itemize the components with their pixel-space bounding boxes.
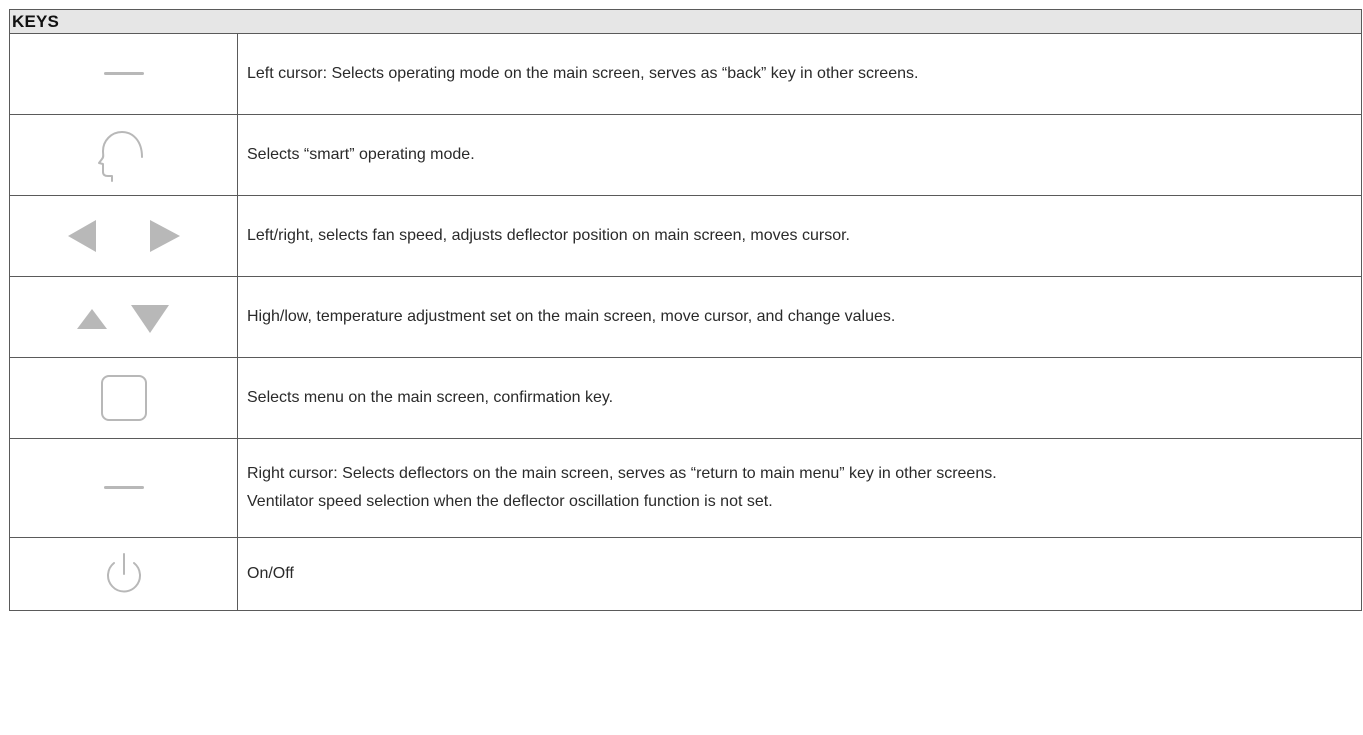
table-header: KEYS (9, 9, 1362, 34)
down-arrow-icon (130, 305, 169, 333)
table-row: High/low, temperature adjustment set on … (9, 276, 1362, 358)
table-row: Left cursor: Selects operating mode on t… (9, 33, 1362, 115)
description-text: Left/right, selects fan speed, adjusts d… (247, 227, 850, 244)
table-row: Right cursor: Selects deflectors on the … (9, 438, 1362, 538)
smart-head-icon (97, 131, 143, 182)
keys-table: KEYS Left cursor: Selects operating mode… (9, 9, 1362, 611)
up-arrow-icon (76, 309, 107, 329)
power-icon (106, 553, 141, 593)
description-cell: Left cursor: Selects operating mode on t… (237, 33, 1362, 115)
description-cell: Right cursor: Selects deflectors on the … (237, 438, 1362, 538)
description-cell: Left/right, selects fan speed, adjusts d… (237, 195, 1362, 277)
description-cell: On/Off (237, 537, 1362, 611)
description-text: Right cursor: Selects deflectors on the … (247, 465, 997, 482)
description-text: On/Off (247, 565, 294, 582)
description-text: Ventilator speed selection when the defl… (247, 493, 773, 510)
table-row: On/Off (9, 537, 1362, 611)
menu-square-icon (100, 375, 147, 421)
description-cell: Selects “smart” operating mode. (237, 114, 1362, 196)
description-text: High/low, temperature adjustment set on … (247, 308, 896, 325)
table-row: Selects menu on the main screen, confirm… (9, 357, 1362, 439)
description-cell: High/low, temperature adjustment set on … (237, 276, 1362, 358)
left-cursor-dash-icon (103, 71, 144, 75)
right-cursor-dash-icon (103, 485, 144, 489)
icon-cell (9, 33, 238, 115)
description-text: Left cursor: Selects operating mode on t… (247, 65, 919, 82)
table-row: Selects “smart” operating mode. (9, 114, 1362, 196)
icon-cell (9, 357, 238, 439)
table-header-row: KEYS (9, 9, 1362, 34)
icon-cell (9, 537, 238, 611)
description-text: Selects “smart” operating mode. (247, 146, 475, 163)
description-text: Selects menu on the main screen, confirm… (247, 389, 614, 406)
icon-cell (9, 276, 238, 358)
icon-cell (9, 195, 238, 277)
icon-cell (9, 438, 238, 538)
table-row: Left/right, selects fan speed, adjusts d… (9, 195, 1362, 277)
icon-cell (9, 114, 238, 196)
left-arrow-icon (67, 220, 96, 252)
left-right-arrows-icon (67, 220, 180, 252)
right-arrow-icon (149, 220, 180, 252)
up-down-arrows-icon (76, 305, 169, 333)
description-cell: Selects menu on the main screen, confirm… (237, 357, 1362, 439)
